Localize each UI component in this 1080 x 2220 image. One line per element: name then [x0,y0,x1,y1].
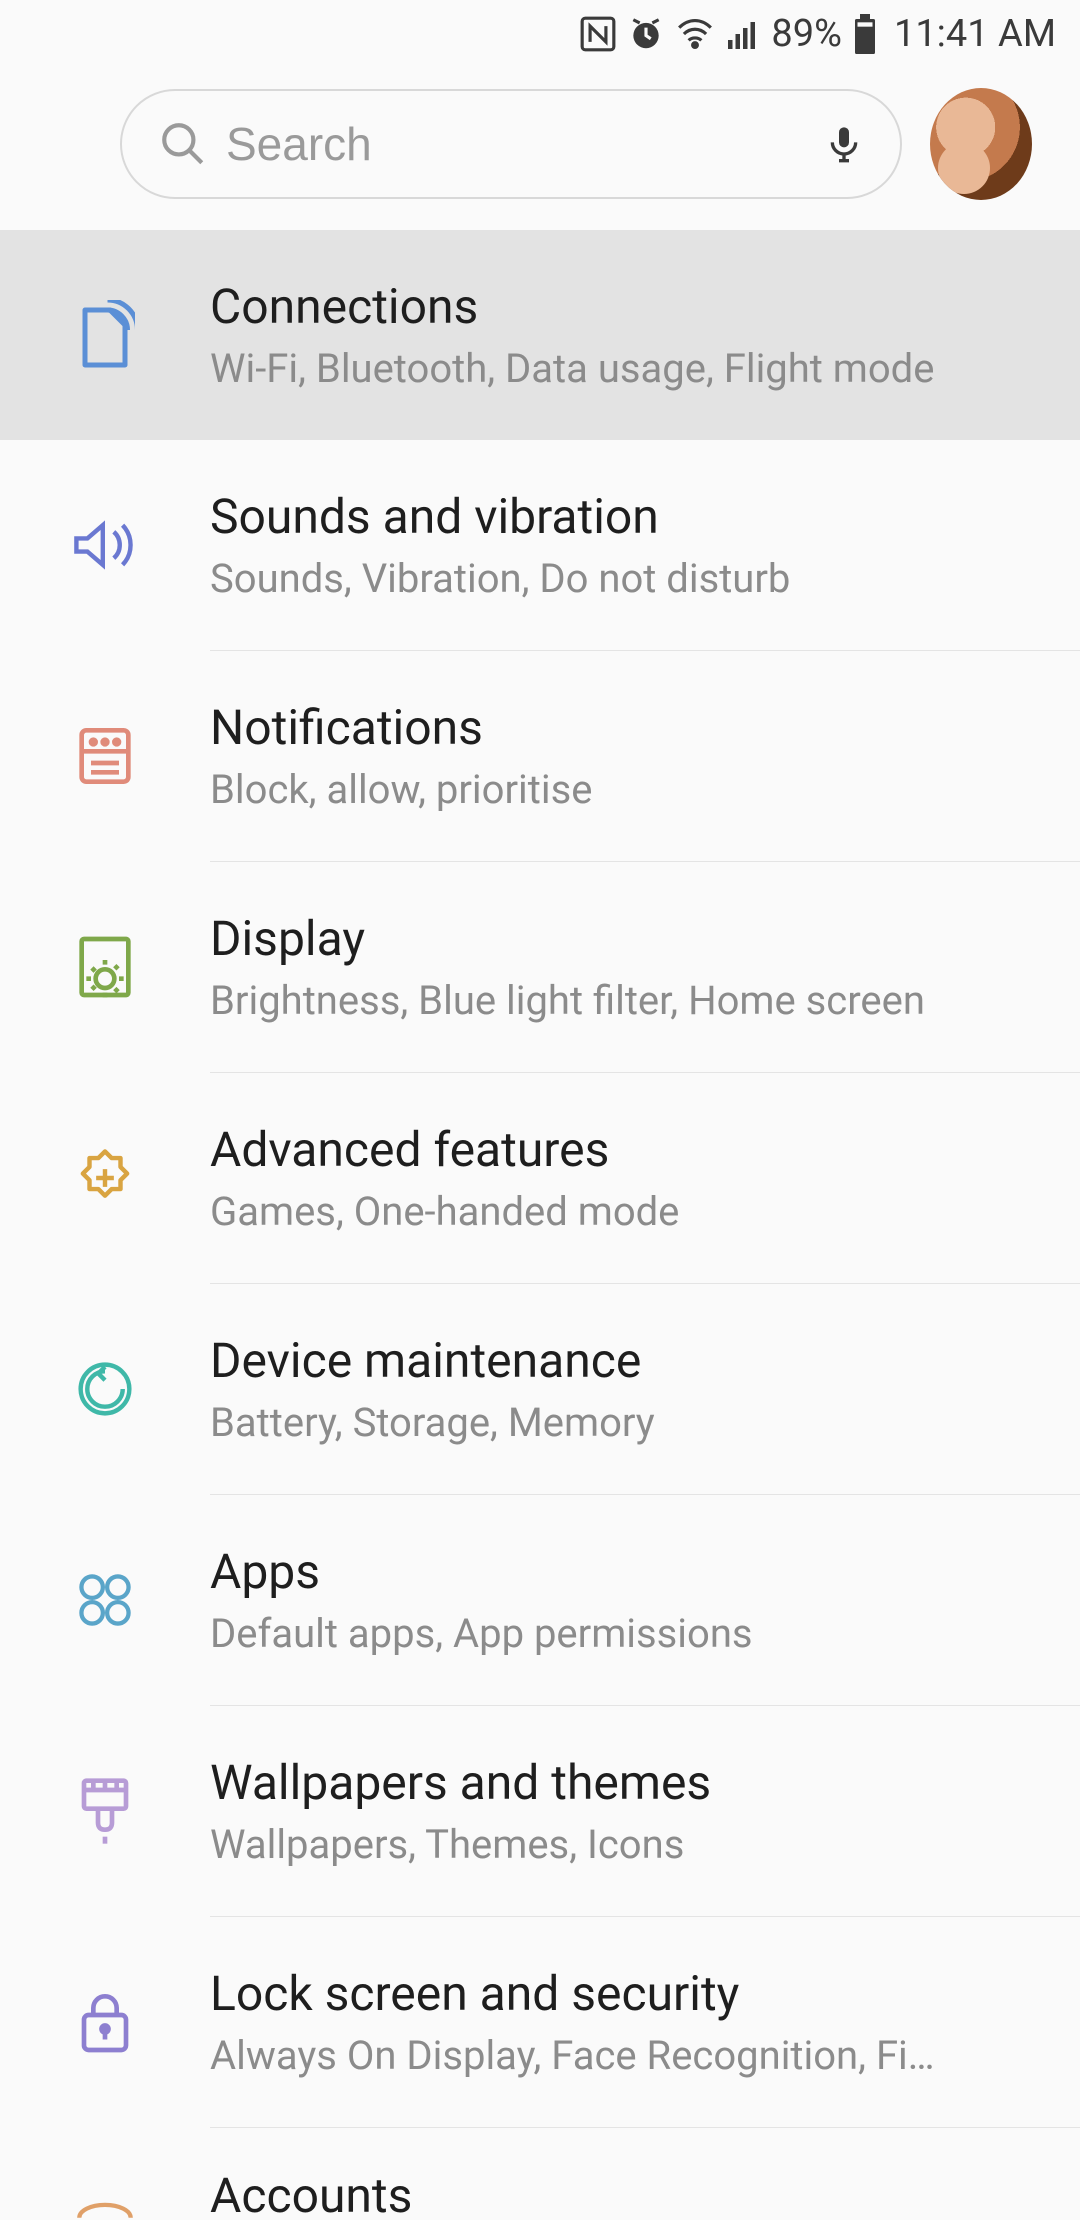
settings-item-wallpapers[interactable]: Wallpapers and themes Wallpapers, Themes… [0,1706,1080,1916]
display-icon [72,934,138,1000]
settings-list: Connections Wi-Fi, Bluetooth, Data usage… [0,230,1080,2220]
advanced-icon [72,1145,138,1211]
sound-icon [72,512,138,578]
accounts-icon [72,2162,138,2220]
apps-icon [72,1567,138,1633]
item-subtitle: Always On Display, Face Recognition, Fi… [210,2032,1024,2079]
item-title: Advanced features [210,1121,1024,1178]
item-title: Sounds and vibration [210,488,1024,545]
alarm-icon [627,15,665,53]
item-title: Display [210,910,1024,967]
item-title: Connections [210,278,1024,335]
item-title: Apps [210,1543,1024,1600]
settings-item-apps[interactable]: Apps Default apps, App permissions [0,1495,1080,1705]
search-input[interactable] [226,117,824,171]
settings-item-advanced[interactable]: Advanced features Games, One-handed mode [0,1073,1080,1283]
item-title: Lock screen and security [210,1965,1024,2022]
wifi-icon [675,15,715,53]
settings-item-lockscreen[interactable]: Lock screen and security Always On Displ… [0,1917,1080,2127]
nfc-icon [579,15,617,53]
item-subtitle: Wi-Fi, Bluetooth, Data usage, Flight mod… [210,345,1024,392]
item-title: Device maintenance [210,1332,1024,1389]
status-bar: 89% 11:41 AM [0,0,1080,68]
item-subtitle: Block, allow, prioritise [210,766,1024,813]
mic-icon[interactable] [824,118,864,170]
search-field[interactable] [120,89,902,199]
clock-time: 11:41 AM [894,12,1056,56]
item-subtitle: Brightness, Blue light filter, Home scre… [210,977,1024,1024]
brush-icon [72,1778,138,1844]
signal-icon [725,15,761,53]
lock-icon [72,1989,138,2055]
header [0,68,1080,230]
settings-item-display[interactable]: Display Brightness, Blue light filter, H… [0,862,1080,1072]
item-subtitle: Games, One-handed mode [210,1188,1024,1235]
search-icon [158,119,208,169]
connections-icon [72,302,138,368]
settings-item-sounds[interactable]: Sounds and vibration Sounds, Vibration, … [0,440,1080,650]
notifications-icon [72,723,138,789]
maintenance-icon [72,1356,138,1422]
battery-icon [852,14,878,54]
item-title: Wallpapers and themes [210,1754,1024,1811]
item-title: Accounts [210,2167,1024,2220]
item-subtitle: Default apps, App permissions [210,1610,1024,1657]
item-subtitle: Sounds, Vibration, Do not disturb [210,555,1024,602]
settings-item-connections[interactable]: Connections Wi-Fi, Bluetooth, Data usage… [0,230,1080,440]
settings-item-accounts[interactable]: Accounts [0,2128,1080,2220]
settings-item-maintenance[interactable]: Device maintenance Battery, Storage, Mem… [0,1284,1080,1494]
battery-percent: 89% [771,12,842,56]
item-subtitle: Battery, Storage, Memory [210,1399,1024,1446]
item-title: Notifications [210,699,1024,756]
item-subtitle: Wallpapers, Themes, Icons [210,1821,1024,1868]
profile-avatar[interactable] [930,88,1032,200]
settings-item-notifications[interactable]: Notifications Block, allow, prioritise [0,651,1080,861]
